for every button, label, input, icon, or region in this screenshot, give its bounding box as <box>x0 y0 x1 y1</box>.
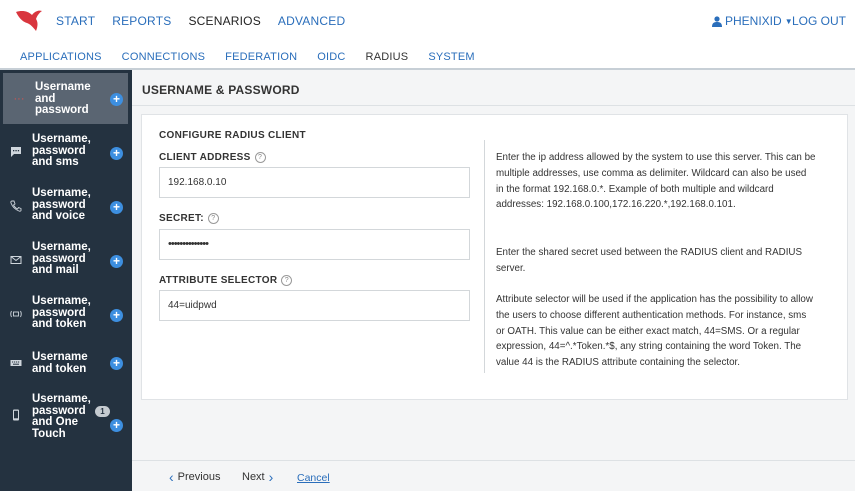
client-address-label: CLIENT ADDRESS ? <box>159 152 266 163</box>
section-title: CONFIGURE RADIUS CLIENT <box>159 130 306 141</box>
help-client-address: Enter the ip address allowed by the syst… <box>496 152 816 211</box>
sub-nav: APPLICATIONS CONNECTIONS FEDERATION OIDC… <box>0 42 855 70</box>
dots-icon: ··· <box>13 93 25 105</box>
sidebar-item-label: Username, password and One Touch <box>32 393 91 440</box>
radius-client-form: CONFIGURE RADIUS CLIENT CLIENT ADDRESS ?… <box>141 114 848 400</box>
sidebar-item-sms[interactable]: Username, password and sms + <box>0 132 132 178</box>
attribute-selector-label: ATTRIBUTE SELECTOR ? <box>159 275 293 286</box>
tab-radius[interactable]: RADIUS <box>366 51 409 63</box>
keyboard-icon <box>10 360 22 366</box>
top-bar: START REPORTS SCENARIOS ADVANCED PHENIXI… <box>0 0 855 42</box>
sidebar-item-one-touch[interactable]: Username, password and One Touch 1 + <box>0 392 132 448</box>
nav-start[interactable]: START <box>56 14 95 28</box>
scenario-sidebar: ··· Username and password + Username, pa… <box>0 70 132 491</box>
help-icon[interactable]: ? <box>281 275 293 286</box>
page-title: USERNAME & PASSWORD <box>142 83 300 97</box>
attribute-selector-label-text: ATTRIBUTE SELECTOR <box>159 275 278 286</box>
tab-connections[interactable]: CONNECTIONS <box>122 51 205 63</box>
phone-icon <box>10 200 22 212</box>
chevron-left-icon: ‹ <box>169 468 174 485</box>
chevron-right-icon: › <box>268 468 274 485</box>
nav-advanced[interactable]: ADVANCED <box>278 14 345 28</box>
client-address-label-text: CLIENT ADDRESS <box>159 152 251 163</box>
next-button[interactable]: Next › <box>242 468 274 485</box>
logout-link[interactable]: LOG OUT <box>792 14 846 28</box>
sidebar-item-mail[interactable]: Username, password and mail + <box>0 240 132 286</box>
nav-scenarios[interactable]: SCENARIOS <box>188 14 260 28</box>
sidebar-item-token[interactable]: Username, password and token + <box>0 294 132 340</box>
secret-input[interactable]: •••••••••••••• <box>159 229 470 260</box>
secret-label-text: SECRET: <box>159 213 204 224</box>
previous-label: Previous <box>177 471 221 483</box>
tab-applications[interactable]: APPLICATIONS <box>20 51 102 63</box>
add-button[interactable]: + <box>110 309 123 322</box>
help-icon[interactable]: ? <box>207 213 219 224</box>
help-secret: Enter the shared secret used between the… <box>496 247 803 274</box>
add-button[interactable]: + <box>110 147 123 160</box>
next-label: Next <box>242 471 265 483</box>
tab-system[interactable]: SYSTEM <box>428 51 474 63</box>
sidebar-item-label: Username and password <box>35 81 91 116</box>
sidebar-item-username-password[interactable]: ··· Username and password + <box>3 73 128 124</box>
mail-icon <box>10 256 22 264</box>
sidebar-item-label: Username, password and sms <box>32 133 91 168</box>
sidebar-item-label: Username, password and mail <box>32 241 91 276</box>
add-button[interactable]: + <box>110 357 123 370</box>
sidebar-item-voice[interactable]: Username, password and voice + <box>0 186 132 232</box>
secret-label: SECRET: ? <box>159 213 219 224</box>
token-icon <box>10 310 22 318</box>
client-address-input[interactable]: 192.168.0.10 <box>159 167 470 198</box>
sidebar-item-label: Username, password and token <box>32 295 91 330</box>
top-nav: START REPORTS SCENARIOS ADVANCED <box>56 14 362 28</box>
phenixid-logo-icon[interactable] <box>14 8 44 34</box>
user-name: PHENIXID <box>725 14 782 28</box>
attribute-selector-input[interactable]: 44=uidpwd <box>159 290 470 321</box>
user-menu[interactable]: PHENIXID ▼ <box>712 14 793 28</box>
add-button[interactable]: + <box>110 255 123 268</box>
sidebar-item-username-token[interactable]: Username and token + <box>0 348 132 384</box>
tab-oidc[interactable]: OIDC <box>317 51 345 63</box>
mobile-icon <box>13 409 19 421</box>
add-button[interactable]: + <box>110 93 123 106</box>
tab-federation[interactable]: FEDERATION <box>225 51 297 63</box>
add-button[interactable]: + <box>110 419 123 432</box>
message-icon <box>11 147 21 157</box>
main-content: USERNAME & PASSWORD CONFIGURE RADIUS CLI… <box>132 70 855 491</box>
help-divider <box>484 140 485 373</box>
sidebar-item-label: Username and token <box>32 351 88 375</box>
previous-button[interactable]: ‹ Previous <box>169 468 221 485</box>
help-attribute-selector: Attribute selector will be used if the a… <box>496 294 813 369</box>
sidebar-item-label: Username, password and voice <box>32 187 91 222</box>
wizard-footer: ‹ Previous Next › Cancel <box>132 460 855 491</box>
help-icon[interactable]: ? <box>254 152 266 163</box>
count-badge: 1 <box>95 406 110 417</box>
cancel-link[interactable]: Cancel <box>297 472 330 484</box>
nav-reports[interactable]: REPORTS <box>112 14 171 28</box>
add-button[interactable]: + <box>110 201 123 214</box>
user-icon <box>712 15 722 27</box>
divider <box>132 105 855 106</box>
